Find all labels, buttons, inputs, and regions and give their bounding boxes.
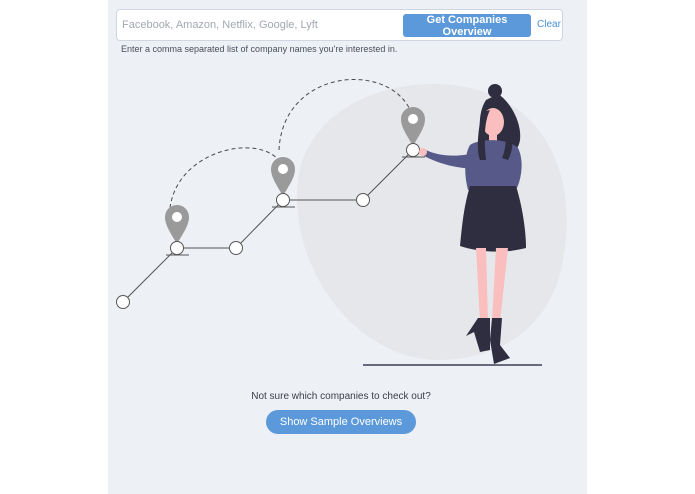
clear-link[interactable]: Clear <box>537 19 561 30</box>
search-bar: Get Companies Overview Clear <box>116 9 563 41</box>
route-node-icon <box>170 241 184 255</box>
company-search-input[interactable] <box>122 14 400 36</box>
route-node-icon <box>229 241 243 255</box>
route-node-icon <box>406 143 420 157</box>
background-blob <box>297 84 567 360</box>
dashed-arc-1 <box>169 147 285 209</box>
search-help-text: Enter a comma separated list of company … <box>121 44 398 54</box>
route-node-icon <box>116 295 130 309</box>
route-node-icon <box>276 193 290 207</box>
sample-prompt-text: Not sure which companies to check out? <box>251 391 431 402</box>
show-sample-overviews-button[interactable]: Show Sample Overviews <box>266 410 416 434</box>
route-node-icon <box>356 193 370 207</box>
get-companies-overview-button[interactable]: Get Companies Overview <box>403 14 531 38</box>
route-illustration <box>116 79 567 366</box>
